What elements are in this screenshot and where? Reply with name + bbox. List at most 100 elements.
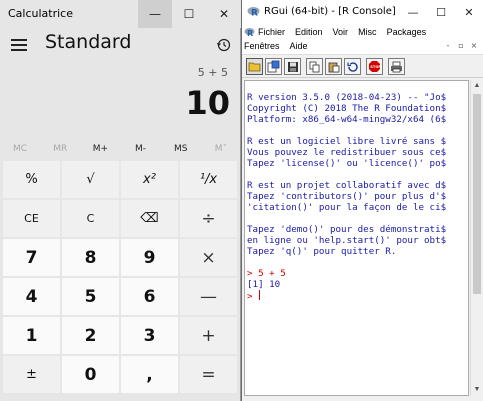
hamburger-menu-icon[interactable] bbox=[11, 39, 27, 51]
refresh-icon bbox=[346, 61, 358, 72]
console-output: R version 3.5.0 (2018-04-23) -- "Jo$ Copy… bbox=[247, 81, 447, 302]
clear-entry-button[interactable]: CE bbox=[3, 200, 60, 237]
menu-edition[interactable]: Edition bbox=[295, 27, 323, 37]
memory-store-button[interactable]: MS bbox=[161, 140, 201, 158]
menu-fichier[interactable]: Fichier bbox=[258, 27, 285, 37]
divide-button[interactable]: ÷ bbox=[180, 200, 237, 237]
open-folder-icon bbox=[248, 62, 261, 72]
memory-list-button[interactable]: M˅ bbox=[201, 140, 241, 158]
menu-packages[interactable]: Packages bbox=[387, 27, 427, 37]
console-line: R version 3.5.0 (2018-04-23) -- "Jo$ bbox=[247, 92, 447, 103]
minimize-button[interactable]: — bbox=[138, 0, 172, 28]
console-line: R est un projet collaboratif avec d$ bbox=[247, 180, 447, 191]
scroll-up-icon[interactable]: ▲ bbox=[473, 82, 481, 90]
copy-paste-button[interactable] bbox=[344, 58, 361, 75]
console-line: en ligne ou 'help.start()' pour obt$ bbox=[247, 235, 447, 246]
reciprocal-button[interactable]: ¹/x bbox=[180, 161, 237, 198]
console-line: 'citation()' pour la façon de le ci$ bbox=[247, 202, 447, 213]
save-workspace-button[interactable] bbox=[284, 58, 301, 75]
decimal-button[interactable]: , bbox=[121, 356, 178, 393]
mdi-restore-button[interactable]: ▫ bbox=[456, 41, 466, 51]
digit-1-button[interactable]: 1 bbox=[3, 317, 60, 354]
text-cursor bbox=[259, 290, 261, 300]
svg-text:R: R bbox=[251, 9, 258, 18]
console-line: [1] 10 bbox=[247, 279, 281, 290]
save-icon bbox=[287, 61, 298, 72]
console-line: > bbox=[247, 290, 261, 302]
print-button[interactable] bbox=[388, 58, 405, 75]
clear-button[interactable]: C bbox=[62, 200, 119, 237]
copy-icon bbox=[309, 61, 319, 72]
menu-misc[interactable]: Misc bbox=[358, 27, 377, 37]
mdi-minimize-button[interactable]: - bbox=[443, 41, 453, 51]
negate-button[interactable]: ± bbox=[3, 356, 60, 393]
keypad: % √ x² ¹/x CE C ⌫ ÷ 7 8 9 × 4 5 6 — 1 2 … bbox=[3, 161, 239, 393]
calculator-title: Calculatrice bbox=[8, 7, 74, 20]
rgui-window: R RGui (64-bit) - [R Console] — ☐ ✕ R Fi… bbox=[242, 0, 483, 401]
rgui-close-button[interactable]: ✕ bbox=[457, 2, 481, 22]
digit-5-button[interactable]: 5 bbox=[62, 278, 119, 315]
calculator-window: Calculatrice — ☐ ✕ Standard 5 + 5 10 MC … bbox=[0, 0, 241, 401]
backspace-button[interactable]: ⌫ bbox=[121, 200, 178, 237]
rgui-minimize-button[interactable]: — bbox=[401, 2, 425, 22]
digit-8-button[interactable]: 8 bbox=[62, 239, 119, 276]
copy-button[interactable] bbox=[306, 58, 323, 75]
memory-row: MC MR M+ M- MS M˅ bbox=[0, 140, 241, 158]
memory-add-button[interactable]: M+ bbox=[80, 140, 120, 158]
open-script-button[interactable] bbox=[246, 58, 263, 75]
close-button[interactable]: ✕ bbox=[207, 0, 241, 28]
digit-0-button[interactable]: 0 bbox=[62, 356, 119, 393]
paste-icon bbox=[328, 62, 339, 72]
memory-clear-button[interactable]: MC bbox=[0, 140, 40, 158]
console-line: Tapez 'license()' ou 'licence()' po$ bbox=[247, 158, 447, 169]
rgui-menubar: R Fichier Edition Voir Misc Packages Fen… bbox=[242, 24, 483, 54]
history-icon[interactable] bbox=[217, 38, 231, 52]
console-line: Vous pouvez le redistribuer sous ce$ bbox=[247, 147, 447, 158]
maximize-button[interactable]: ☐ bbox=[172, 0, 206, 28]
memory-recall-button[interactable]: MR bbox=[40, 140, 80, 158]
console-line: Platform: x86_64-w64-mingw32/x64 (6$ bbox=[247, 114, 447, 125]
mdi-close-button[interactable]: × bbox=[469, 41, 479, 51]
calculator-titlebar: Calculatrice — ☐ ✕ bbox=[0, 0, 241, 28]
memory-subtract-button[interactable]: M- bbox=[120, 140, 160, 158]
digit-4-button[interactable]: 4 bbox=[3, 278, 60, 315]
square-button[interactable]: x² bbox=[121, 161, 178, 198]
digit-3-button[interactable]: 3 bbox=[121, 317, 178, 354]
print-icon bbox=[391, 61, 402, 72]
add-button[interactable]: + bbox=[180, 317, 237, 354]
digit-2-button[interactable]: 2 bbox=[62, 317, 119, 354]
rgui-toolbar: STOP bbox=[242, 54, 483, 78]
digit-9-button[interactable]: 9 bbox=[121, 239, 178, 276]
load-workspace-icon bbox=[267, 60, 280, 73]
r-console[interactable]: R version 3.5.0 (2018-04-23) -- "Jo$ Copy… bbox=[244, 80, 469, 396]
console-scrollbar[interactable]: ▲ ▼ bbox=[470, 80, 482, 396]
svg-text:R: R bbox=[247, 29, 253, 37]
stop-icon: STOP bbox=[369, 61, 381, 72]
menu-fenetres[interactable]: Fenêtres bbox=[244, 41, 280, 51]
rgui-maximize-button[interactable]: ☐ bbox=[429, 2, 453, 22]
scroll-down-icon[interactable]: ▼ bbox=[473, 386, 481, 394]
digit-6-button[interactable]: 6 bbox=[121, 278, 178, 315]
console-line: Copyright (C) 2018 The R Foundation$ bbox=[247, 103, 447, 114]
square-root-button[interactable]: √ bbox=[62, 161, 119, 198]
stop-button[interactable]: STOP bbox=[366, 58, 383, 75]
digit-7-button[interactable]: 7 bbox=[3, 239, 60, 276]
multiply-button[interactable]: × bbox=[180, 239, 237, 276]
scrollbar-thumb[interactable] bbox=[473, 94, 481, 294]
console-line: Tapez 'q()' pour quitter R. bbox=[247, 246, 397, 257]
console-line: R est un logiciel libre livré sans $ bbox=[247, 136, 447, 147]
load-workspace-button[interactable] bbox=[265, 58, 282, 75]
calculator-mode-title: Standard bbox=[45, 31, 132, 53]
equals-button[interactable]: = bbox=[180, 356, 237, 393]
paste-button[interactable] bbox=[325, 58, 342, 75]
percent-button[interactable]: % bbox=[3, 161, 60, 198]
menu-voir[interactable]: Voir bbox=[333, 27, 349, 37]
menu-aide[interactable]: Aide bbox=[290, 41, 308, 51]
subtract-button[interactable]: — bbox=[180, 278, 237, 315]
r-console-icon[interactable]: R bbox=[244, 27, 255, 37]
